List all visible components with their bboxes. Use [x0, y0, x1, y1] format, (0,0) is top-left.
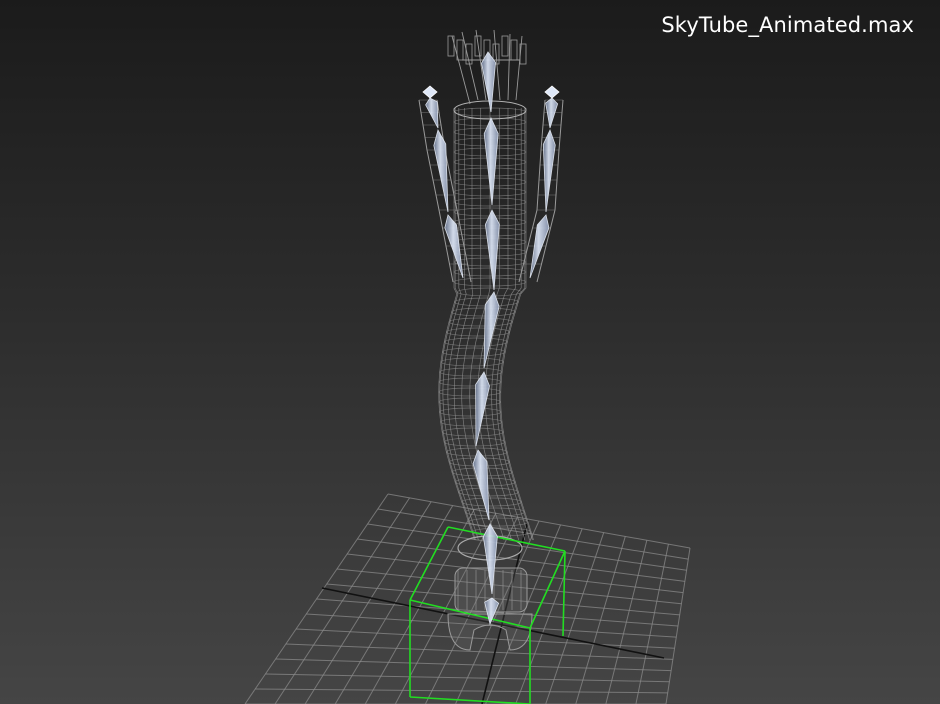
grid-line — [575, 536, 626, 704]
bone — [483, 291, 500, 369]
file-title: SkyTube_Animated.max — [661, 13, 914, 37]
tube-contour — [500, 108, 534, 541]
right-arm-mesh — [518, 99, 546, 283]
bone-end-effector — [422, 85, 438, 99]
bone — [542, 128, 556, 213]
grid-line — [285, 643, 673, 660]
bone — [425, 97, 439, 129]
grid-line — [545, 532, 605, 704]
grid-line — [265, 673, 670, 683]
grid-line — [665, 547, 691, 704]
crown-petal — [501, 35, 509, 57]
selection-box-edge — [409, 696, 531, 704]
grid-line — [275, 658, 672, 672]
left-arm-mesh — [418, 99, 454, 283]
grid-line — [255, 688, 668, 694]
crown-strand — [461, 31, 479, 101]
bone-end-effector — [544, 85, 560, 99]
crown-petal — [510, 39, 518, 61]
bone — [433, 128, 449, 213]
selection-box-edge — [409, 526, 449, 601]
perspective-viewport[interactable]: SkyTube_Animated.max — [0, 0, 940, 704]
selection-box-edge — [447, 526, 566, 552]
crown-strand — [451, 35, 471, 105]
grid-line — [296, 628, 675, 649]
scene-canvas[interactable] — [0, 0, 940, 704]
bone — [483, 117, 499, 206]
grid-line — [635, 544, 669, 704]
selection-box-edge — [562, 550, 566, 637]
bone — [545, 97, 559, 129]
